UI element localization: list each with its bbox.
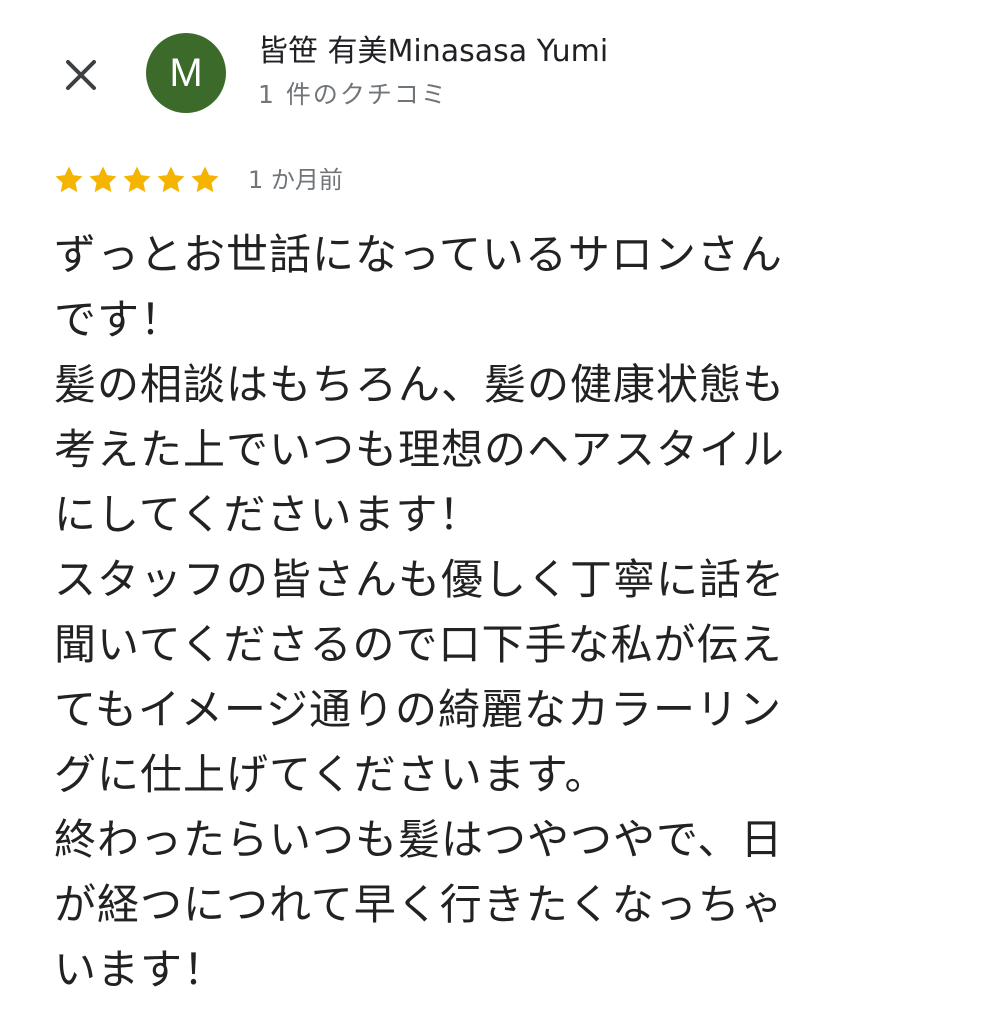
review-line: 聞いてくださるので口下手な私が伝え bbox=[54, 620, 783, 669]
star-icon bbox=[89, 166, 117, 193]
review-line: ずっとお世話になっているサロンさん bbox=[54, 230, 783, 279]
star-icon bbox=[123, 166, 151, 193]
review-line: にしてくださいます！ bbox=[54, 490, 482, 539]
review-line: グに仕上げてくださいます。 bbox=[54, 750, 608, 799]
review-card: M 皆笹 有美Minasasa Yumi 1 件のクチコミ 1 か月前 ずっとお… bbox=[0, 0, 1002, 1024]
review-count: 1 件のクチコミ bbox=[258, 80, 448, 109]
review-line: 終わったらいつも髪はつやつやで、日 bbox=[54, 815, 784, 864]
close-button[interactable] bbox=[56, 50, 106, 100]
close-icon bbox=[66, 60, 96, 90]
review-line: が経つにつれて早く行きたくなっちゃ bbox=[54, 880, 784, 929]
rating-row: 1 か月前 bbox=[52, 160, 343, 200]
avatar-letter: M bbox=[169, 51, 203, 95]
review-date: 1 か月前 bbox=[248, 166, 343, 194]
reviewer-name[interactable]: 皆笹 有美Minasasa Yumi bbox=[258, 32, 608, 72]
review-line: 考えた上でいつも理想のヘアスタイル bbox=[54, 425, 786, 474]
review-line: 髪の相談はもちろん、髪の健康状態も bbox=[54, 360, 786, 409]
review-line: います！ bbox=[54, 945, 227, 994]
star-icon bbox=[55, 166, 83, 193]
star-icon bbox=[191, 166, 219, 193]
review-text: ずっとお世話になっているサロンさん です！ 髪の相談はもちろん、髪の健康状態も 考えた… bbox=[54, 222, 954, 1002]
review-line: です！ bbox=[54, 295, 184, 344]
avatar[interactable]: M bbox=[146, 33, 226, 113]
review-line: てもイメージ通りの綺麗なカラーリン bbox=[54, 685, 783, 734]
star-icon bbox=[157, 166, 185, 193]
star-rating bbox=[52, 163, 222, 197]
review-line: スタッフの皆さんも優しく丁寧に話を bbox=[54, 555, 786, 604]
